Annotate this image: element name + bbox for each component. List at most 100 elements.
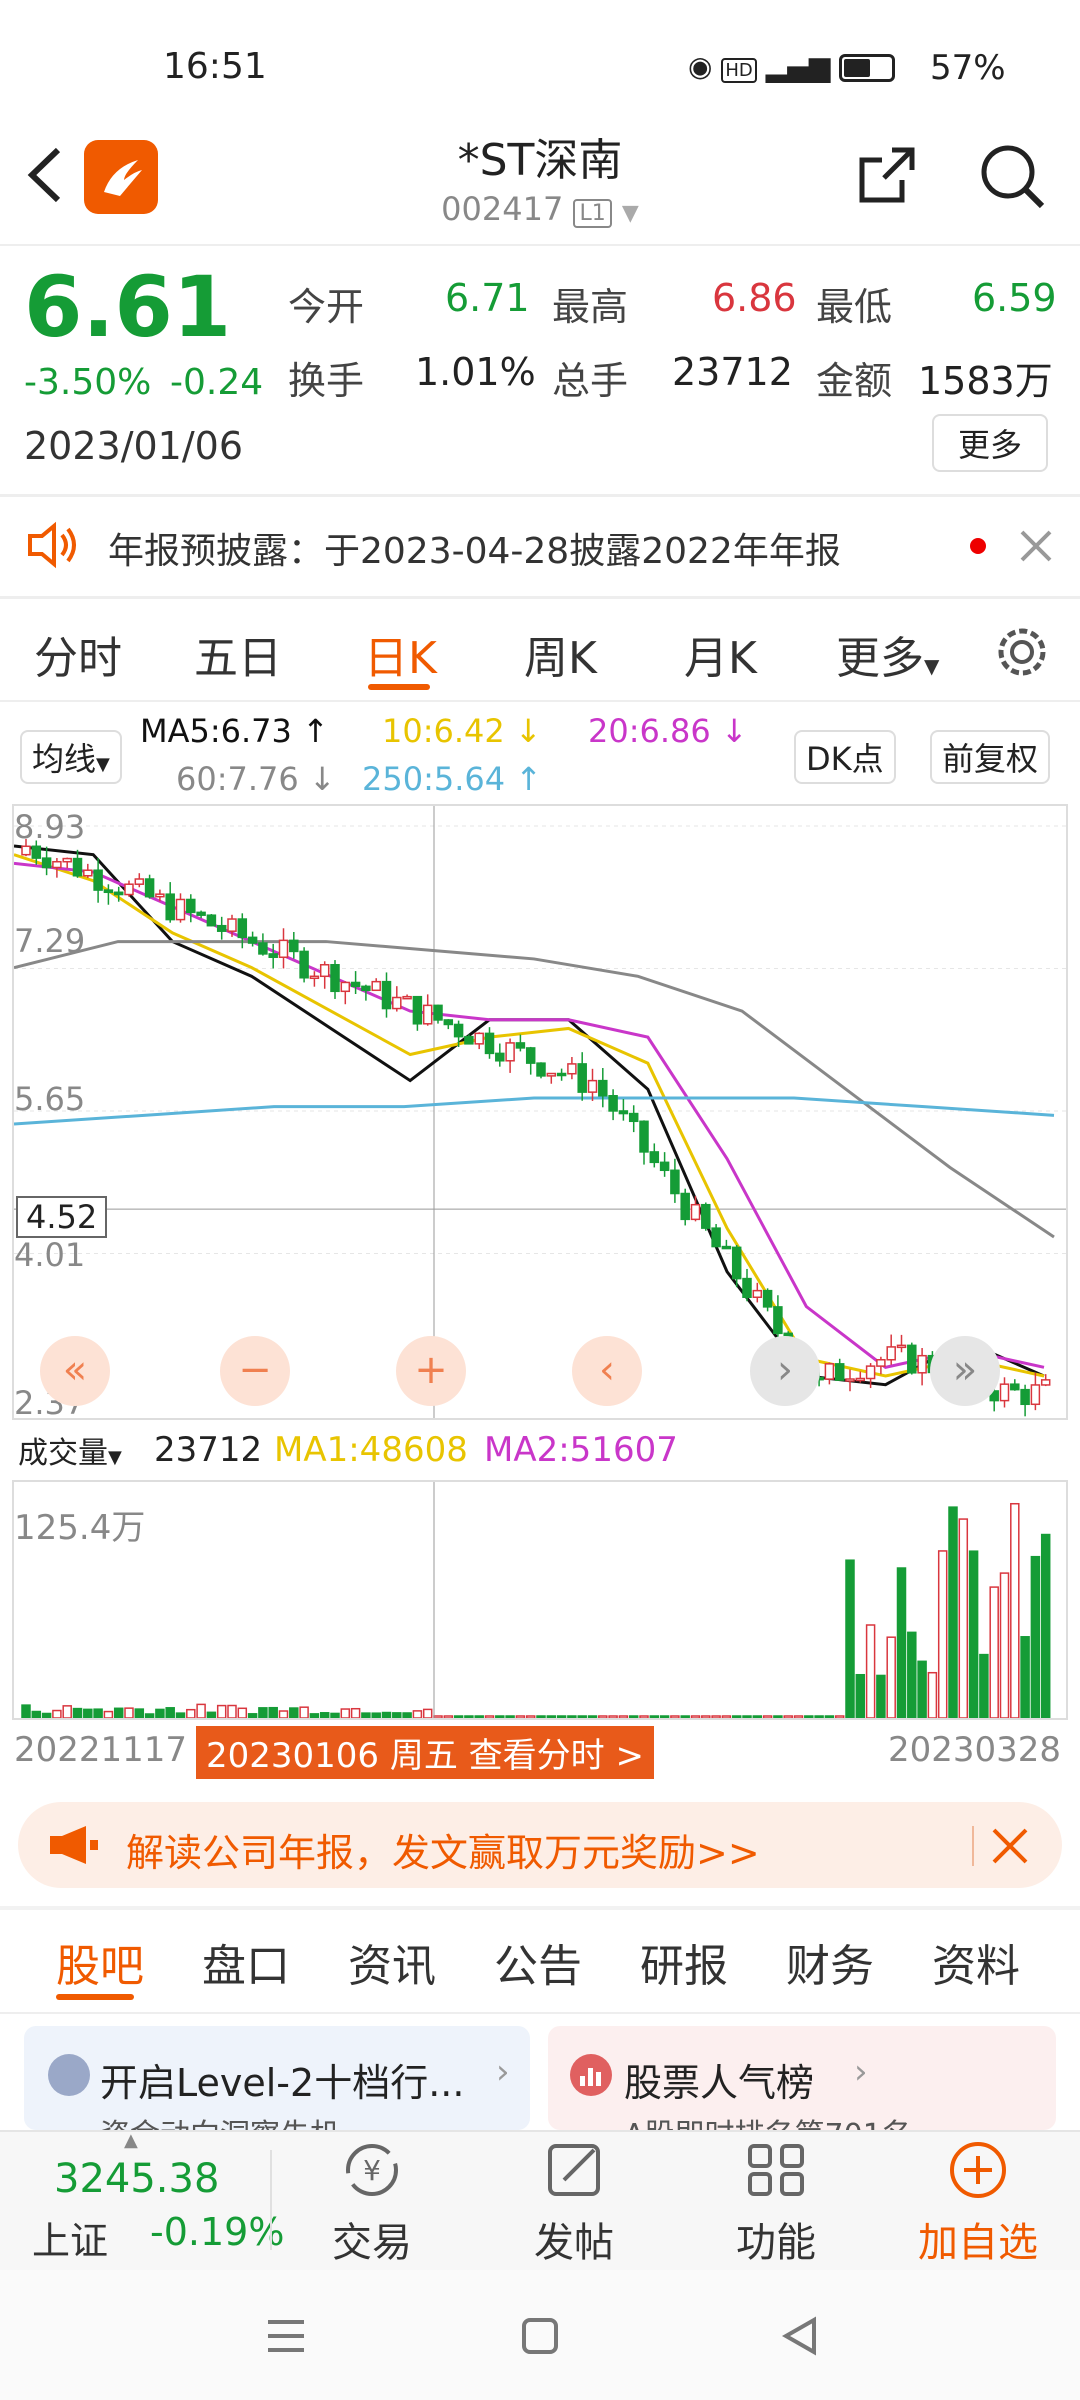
volume-label: 总手	[552, 359, 629, 403]
volume-bar	[958, 1518, 969, 1718]
volume-select[interactable]: 成交量▼	[14, 1428, 126, 1472]
ma-line	[14, 940, 1055, 1239]
candle-body	[917, 1354, 927, 1374]
candle-body	[371, 980, 381, 992]
battery-icon	[839, 54, 896, 82]
function-label[interactable]: 功能	[696, 2210, 856, 2268]
volume-bar	[206, 1711, 217, 1718]
tab-profile[interactable]: 资料	[932, 1930, 1020, 1994]
volume-chart[interactable]	[12, 1480, 1068, 1720]
candle-body	[93, 869, 103, 891]
volume-bar	[484, 1715, 495, 1718]
tab-pankou[interactable]: 盘口	[202, 1930, 290, 1994]
tab-week-k[interactable]: 周K	[524, 622, 597, 686]
candle-body	[31, 845, 42, 859]
chevron-right-icon: ›	[854, 2052, 868, 2092]
tab-guba[interactable]: 股吧	[56, 1930, 144, 1994]
promo-text[interactable]: 解读公司年报，发文赢取万元奖励>>	[126, 1822, 760, 1877]
volume-ma1: MA1:48608	[274, 1430, 468, 1470]
tab-day-k[interactable]: 日K	[364, 622, 437, 686]
step-left-icon[interactable]: ‹	[572, 1336, 642, 1406]
volume-bar	[618, 1715, 629, 1718]
volume-select-label: 成交量	[18, 1436, 108, 1471]
volume-bar	[876, 1674, 886, 1718]
tab-month-k[interactable]: 月K	[684, 622, 757, 686]
current-price: 6.61	[24, 258, 232, 356]
tab-news[interactable]: 资讯	[348, 1930, 436, 1994]
scroll-left-icon[interactable]: «	[40, 1336, 110, 1406]
volume-bar	[598, 1715, 608, 1718]
scroll-right-icon[interactable]: »	[930, 1336, 1000, 1406]
date-cursor-button[interactable]: 20230106 周五 查看分时 >	[196, 1726, 654, 1779]
back-nav-icon[interactable]	[776, 2312, 824, 2360]
volume-bar	[402, 1712, 412, 1718]
volume-bar	[453, 1715, 464, 1718]
notice-text[interactable]: 年报预披露：于2023-04-28披露2022年年报	[108, 522, 841, 574]
low-value: 6.59	[972, 276, 1057, 320]
tab-five-day[interactable]: 五日	[194, 622, 282, 686]
volume-bar	[144, 1713, 155, 1718]
volume-bar	[93, 1708, 103, 1718]
dk-button[interactable]: DK点	[794, 730, 896, 784]
ma20-label: 20:6.86 ↓	[588, 712, 748, 750]
tab-more[interactable]: 更多▼	[836, 622, 939, 686]
adjust-button[interactable]: 前复权	[930, 730, 1051, 784]
candle-body	[495, 1052, 505, 1062]
quote-date: 2023/01/06	[24, 424, 244, 468]
trade-icon[interactable]: ¥	[292, 2140, 452, 2202]
kline-chart[interactable]	[12, 804, 1068, 1420]
candle-body	[577, 1063, 587, 1093]
tab-announcement[interactable]: 公告	[494, 1930, 582, 1994]
index-value[interactable]: 3245.38	[54, 2156, 219, 2202]
candle-body	[1020, 1388, 1030, 1406]
post-label[interactable]: 发帖	[494, 2210, 654, 2268]
add-watchlist-label[interactable]: 加自选	[898, 2210, 1058, 2268]
volume-bar	[175, 1712, 186, 1718]
candle-body	[896, 1344, 907, 1349]
tab-finance[interactable]: 财务	[786, 1930, 874, 1994]
close-icon[interactable]	[1018, 528, 1054, 564]
volume-bar	[731, 1715, 742, 1718]
volume-bar	[124, 1707, 134, 1718]
zoom-in-icon[interactable]: +	[396, 1336, 466, 1406]
candle-body	[762, 1289, 773, 1308]
settings-icon[interactable]	[994, 624, 1050, 680]
trade-label[interactable]: 交易	[292, 2210, 452, 2268]
share-icon[interactable]	[852, 140, 922, 210]
open-value: 6.71	[445, 276, 530, 320]
volume-bar	[52, 1709, 62, 1718]
candle-body	[608, 1095, 618, 1112]
tab-minute[interactable]: 分时	[34, 622, 122, 686]
menu-icon[interactable]	[262, 2312, 310, 2360]
candle-body	[505, 1042, 515, 1062]
close-icon[interactable]	[990, 1826, 1030, 1866]
volume-bar	[999, 1572, 1010, 1718]
wifi-icon: ◉	[688, 50, 713, 83]
megaphone-icon	[46, 1822, 102, 1868]
volume-bar	[814, 1715, 824, 1718]
candle-body	[639, 1120, 649, 1153]
volume-bar	[834, 1715, 845, 1718]
low-label: 最低	[816, 285, 893, 329]
indicator-select[interactable]: 均线▼	[20, 730, 122, 784]
candle-body	[206, 914, 217, 927]
candle-body	[350, 981, 361, 988]
more-button[interactable]: 更多	[932, 414, 1049, 472]
home-icon[interactable]	[516, 2312, 564, 2360]
add-watchlist-icon[interactable]	[898, 2140, 1058, 2202]
volume-bar	[278, 1710, 289, 1718]
price-label-1: 8.93	[14, 808, 86, 846]
stock-code: 002417	[441, 190, 564, 228]
step-right-icon[interactable]: ›	[750, 1336, 820, 1406]
tab-research[interactable]: 研报	[640, 1930, 728, 1994]
volume-bar	[268, 1706, 278, 1718]
candle-body	[247, 936, 258, 944]
zoom-out-icon[interactable]: −	[220, 1336, 290, 1406]
caret-down-icon: ▼	[96, 754, 110, 775]
search-icon[interactable]	[976, 140, 1048, 212]
candle-body	[628, 1112, 639, 1123]
post-icon[interactable]	[494, 2140, 654, 2202]
candle-body	[690, 1203, 701, 1221]
function-icon[interactable]	[696, 2140, 856, 2202]
price-label-2: 7.29	[14, 922, 86, 960]
